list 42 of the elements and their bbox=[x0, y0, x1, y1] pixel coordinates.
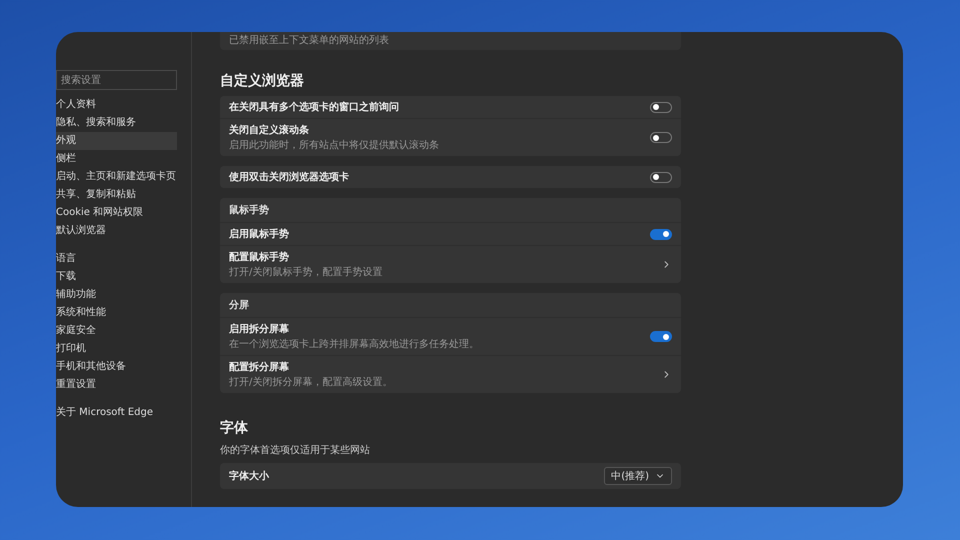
sidebar-item[interactable]: 语言 bbox=[56, 250, 177, 268]
card-heading: 鼠标手势 bbox=[220, 198, 681, 223]
sidebar-item[interactable]: 侧栏 bbox=[56, 150, 177, 168]
setting-label: 配置鼠标手势 bbox=[229, 250, 290, 264]
sidebar-item[interactable]: 个人资料 bbox=[56, 96, 177, 114]
setting-label: 启用拆分屏幕 bbox=[229, 322, 290, 336]
section-subtitle: 你的字体首选项仅适用于某些网站 bbox=[220, 444, 371, 457]
setting-label: 配置拆分屏幕 bbox=[229, 360, 290, 374]
setting-label: 启用鼠标手势 bbox=[229, 227, 290, 241]
sidebar-item[interactable]: 默认浏览器 bbox=[56, 222, 177, 240]
sidebar-item[interactable]: 外观 bbox=[56, 132, 177, 150]
sidebar-item[interactable]: 下载 bbox=[56, 268, 177, 286]
sidebar-item[interactable]: 隐私、搜索和服务 bbox=[56, 114, 177, 132]
setting-description: 已禁用嵌至上下文菜单的网站的列表 bbox=[229, 34, 390, 47]
sidebar-item[interactable]: 辅助功能 bbox=[56, 286, 177, 304]
sidebar-item[interactable]: 共享、复制和粘贴 bbox=[56, 186, 177, 204]
toggle-switch[interactable] bbox=[650, 172, 672, 182]
toggle-switch[interactable] bbox=[650, 331, 672, 342]
sidebar-item[interactable]: 手机和其他设备 bbox=[56, 358, 177, 376]
sidebar-item[interactable]: 系统和性能 bbox=[56, 304, 177, 322]
section-heading: 字体 bbox=[220, 419, 249, 437]
setting-description: 打开/关闭鼠标手势，配置手势设置 bbox=[229, 266, 384, 279]
section-heading: 自定义浏览器 bbox=[220, 72, 305, 90]
sidebar-item[interactable]: Cookie 和网站权限 bbox=[56, 204, 177, 222]
card-heading: 分屏 bbox=[220, 293, 681, 318]
toggle-switch[interactable] bbox=[650, 132, 672, 143]
setting-label: 在关闭具有多个选项卡的窗口之前询问 bbox=[229, 100, 400, 114]
sidebar-item[interactable]: 打印机 bbox=[56, 340, 177, 358]
font-size-dropdown[interactable]: 中(推荐) bbox=[604, 467, 672, 485]
sidebar-item[interactable]: 重置设置 bbox=[56, 376, 177, 394]
sidebar-item[interactable]: 关于 Microsoft Edge bbox=[56, 404, 177, 422]
search-field[interactable]: 搜索设置 bbox=[56, 70, 177, 90]
setting-description: 在一个浏览选项卡上跨并排屏幕高效地进行多任务处理。 bbox=[229, 338, 480, 351]
toggle-switch[interactable] bbox=[650, 228, 672, 240]
sidebar-item[interactable]: 启动、主页和新建选项卡页 bbox=[56, 168, 177, 186]
setting-description: 打开/关闭拆分屏幕，配置高级设置。 bbox=[229, 376, 394, 389]
setting-label: 关闭自定义滚动条 bbox=[229, 123, 310, 137]
sidebar-item[interactable]: 家庭安全 bbox=[56, 322, 177, 340]
setting-description: 启用此功能时，所有站点中将仅提供默认滚动条 bbox=[229, 138, 440, 152]
setting-label: 使用双击关闭浏览器选项卡 bbox=[229, 170, 350, 184]
setting-label: 字体大小 bbox=[229, 469, 270, 483]
toggle-switch[interactable] bbox=[650, 102, 672, 112]
